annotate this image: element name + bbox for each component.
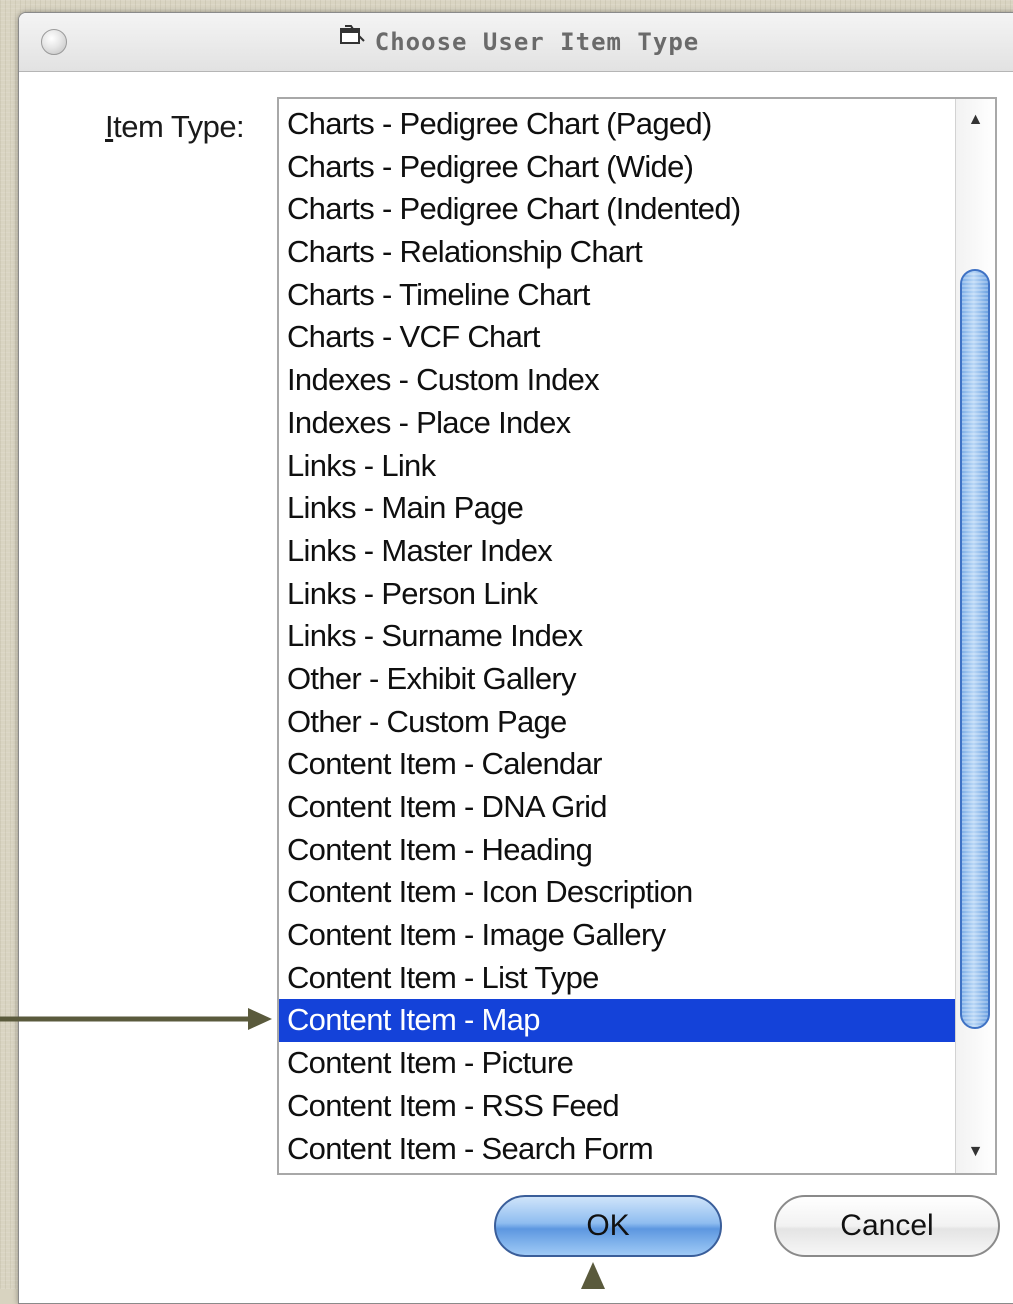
choose-user-item-type-dialog: Choose User Item Type Item Type: Charts … [18, 12, 1013, 1304]
list-item[interactable]: Indexes - Custom Index [279, 359, 955, 402]
list-item[interactable]: Links - Link [279, 445, 955, 488]
list-item[interactable]: Content Item - List Type [279, 957, 955, 1000]
list-item[interactable]: Content Item - Heading [279, 829, 955, 872]
list-item[interactable]: Charts - Pedigree Chart (Paged) [279, 103, 955, 146]
item-type-listbox[interactable]: Charts - Pedigree Chart (Paged) Charts - … [277, 97, 997, 1175]
list-item[interactable]: Links - Master Index [279, 530, 955, 573]
list-item[interactable]: Content Item - Calendar [279, 743, 955, 786]
list-item[interactable]: Links - Person Link [279, 573, 955, 616]
list-item[interactable]: Other - Custom Page [279, 701, 955, 744]
list-item[interactable]: Content Item - RSS Feed [279, 1085, 955, 1128]
list-item[interactable]: Content Item - Icon Description [279, 871, 955, 914]
cancel-button[interactable]: Cancel [774, 1195, 1000, 1257]
list-item[interactable]: Content Item - DNA Grid [279, 786, 955, 829]
list-item[interactable]: Charts - Pedigree Chart (Wide) [279, 146, 955, 189]
list-item[interactable]: Charts - Pedigree Chart (Indented) [279, 188, 955, 231]
window-icon [339, 13, 365, 71]
title-wrap: Choose User Item Type [19, 13, 1013, 71]
scrollbar-thumb[interactable] [960, 269, 990, 1029]
label-rest: tem Type: [113, 109, 245, 144]
vertical-scrollbar[interactable]: ▲ ▼ [955, 99, 995, 1173]
item-type-list[interactable]: Charts - Pedigree Chart (Paged) Charts - … [279, 99, 955, 1170]
list-item[interactable]: Other - Exhibit Gallery [279, 658, 955, 701]
list-item[interactable]: Content Item - Image Gallery [279, 914, 955, 957]
list-item[interactable]: Indexes - Place Index [279, 402, 955, 445]
arrow-up-icon[interactable]: ▲ [956, 103, 995, 137]
arrow-down-icon[interactable]: ▼ [956, 1135, 995, 1169]
label-mnemonic: I [105, 109, 114, 144]
list-item[interactable]: Content Item - Map [279, 999, 955, 1043]
list-item[interactable]: Links - Main Page [279, 487, 955, 530]
list-item[interactable]: Charts - Timeline Chart [279, 274, 955, 317]
dialog-title: Choose User Item Type [374, 28, 700, 56]
list-item[interactable]: Charts - Relationship Chart [279, 231, 955, 274]
list-item[interactable]: Content Item - Picture [279, 1042, 955, 1085]
list-item[interactable]: Content Item - Search Form [279, 1128, 955, 1171]
list-item[interactable]: Charts - VCF Chart [279, 316, 955, 359]
list-item[interactable]: Links - Surname Index [279, 615, 955, 658]
title-bar[interactable]: Choose User Item Type [19, 13, 1013, 72]
ok-button[interactable]: OK [494, 1195, 722, 1257]
item-type-label: Item Type: [105, 109, 245, 145]
